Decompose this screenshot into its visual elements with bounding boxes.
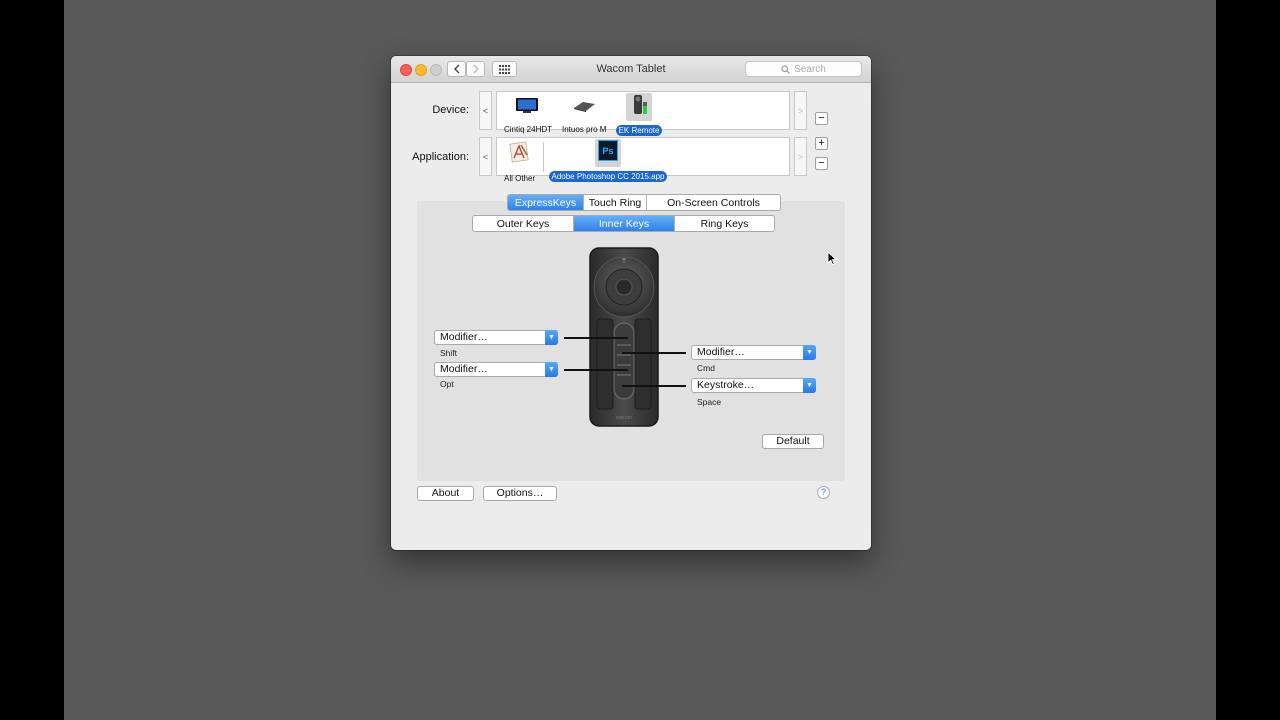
about-button[interactable]: About (417, 486, 474, 501)
tab-expresskeys[interactable]: ExpressKeys (508, 195, 584, 210)
tab-on-screen-controls[interactable]: On-Screen Controls (647, 195, 780, 210)
left-top-key-value: Modifier… (440, 331, 488, 343)
remote-brand-text: wacom (616, 415, 632, 421)
tab-ring-keys[interactable]: Ring Keys (675, 216, 774, 231)
minus-icon: − (818, 112, 825, 124)
application-strip: All Other Ps Adobe Photoshop CC 2015.app (496, 137, 790, 183)
device-strip: Cintiq 24HDT Intuos pro M EK Remote (496, 91, 790, 136)
title-bar[interactable]: Wacom Tablet Search (391, 56, 871, 83)
chevron-down-icon: ▼ (803, 378, 816, 393)
device-tile-cintiq[interactable]: Cintiq 24HDT (501, 96, 553, 137)
chevron-down-icon: ▼ (545, 330, 558, 345)
left-bottom-key-sublabel: Opt (440, 379, 454, 389)
right-top-leader-line (622, 352, 686, 354)
photoshop-icon-text: Ps (602, 146, 613, 156)
device-tile-ek-remote[interactable]: EK Remote (613, 93, 665, 138)
right-top-key-sublabel: Cmd (697, 363, 715, 373)
options-button[interactable]: Options… (483, 486, 557, 501)
right-top-key-value: Modifier… (697, 346, 745, 358)
mouse-pointer-icon (827, 251, 837, 266)
remove-application-button[interactable]: − (815, 157, 828, 170)
device-next-glyph: > (797, 105, 804, 116)
application-next-glyph: > (797, 151, 804, 162)
cintiq-display-icon (516, 98, 538, 113)
application-tile-all-other[interactable]: All Other (501, 141, 537, 186)
left-bottom-key-popup[interactable]: Modifier… ▼ (434, 362, 558, 377)
search-field[interactable]: Search (745, 61, 862, 77)
right-bottom-key-popup[interactable]: Keystroke… ▼ (691, 378, 816, 393)
remove-device-button[interactable]: − (815, 112, 828, 125)
plus-icon: + (818, 137, 825, 149)
device-prev-glyph: < (482, 105, 489, 116)
application-label-all-other: All Other (504, 174, 536, 183)
right-bottom-leader-line (622, 385, 686, 387)
application-scroll-left[interactable]: < (479, 137, 492, 176)
selected-device-highlight (626, 93, 652, 121)
selected-application-highlight: Ps (595, 139, 621, 167)
application-tile-photoshop[interactable]: Ps Adobe Photoshop CC 2015.app (547, 139, 669, 184)
device-label: Device: (432, 104, 469, 116)
all-other-apps-icon (509, 141, 529, 163)
tab-outer-keys[interactable]: Outer Keys (473, 216, 574, 231)
application-prev-glyph: < (482, 151, 489, 162)
wacom-tablet-window: Wacom Tablet Search Device: < Cintiq 24H… (391, 56, 871, 550)
intuos-tablet-icon (574, 102, 595, 112)
application-divider (543, 142, 544, 172)
photoshop-icon: Ps (598, 140, 618, 161)
left-top-leader-line (564, 337, 628, 339)
right-bottom-key-value: Keystroke… (697, 379, 755, 391)
tab-touch-ring[interactable]: Touch Ring (584, 195, 647, 210)
application-scroll-right[interactable]: > (794, 137, 807, 176)
minus-icon: − (818, 157, 825, 169)
application-label: Application: (412, 151, 469, 163)
left-top-key-sublabel: Shift (440, 348, 458, 358)
tab-inner-keys[interactable]: Inner Keys (574, 216, 675, 231)
left-top-key-popup[interactable]: Modifier… ▼ (434, 330, 558, 345)
add-application-button[interactable]: + (815, 137, 828, 150)
device-label-ek-remote: EK Remote (615, 125, 663, 136)
help-button[interactable]: ? (817, 486, 830, 499)
device-label-cintiq: Cintiq 24HDT (504, 125, 553, 134)
right-bottom-key-sublabel: Space (697, 397, 722, 407)
expresskey-remote-icon (634, 95, 647, 114)
application-label-photoshop: Adobe Photoshop CC 2015.app (548, 171, 668, 182)
device-tile-intuos[interactable]: Intuos pro M (559, 96, 609, 137)
key-group-tab-bar: Outer Keys Inner Keys Ring Keys (472, 215, 775, 232)
search-icon (781, 64, 791, 74)
right-top-key-popup[interactable]: Modifier… ▼ (691, 345, 816, 360)
search-placeholder: Search (794, 63, 826, 75)
chevron-down-icon: ▼ (803, 345, 816, 360)
chevron-down-icon: ▼ (545, 362, 558, 377)
main-tab-bar: ExpressKeys Touch Ring On-Screen Control… (507, 194, 781, 211)
left-bottom-key-value: Modifier… (440, 363, 488, 375)
left-bottom-leader-line (564, 369, 628, 371)
default-button[interactable]: Default (762, 434, 824, 449)
device-label-intuos: Intuos pro M (562, 125, 607, 134)
device-scroll-right[interactable]: > (794, 91, 807, 130)
device-scroll-left[interactable]: < (479, 91, 492, 130)
